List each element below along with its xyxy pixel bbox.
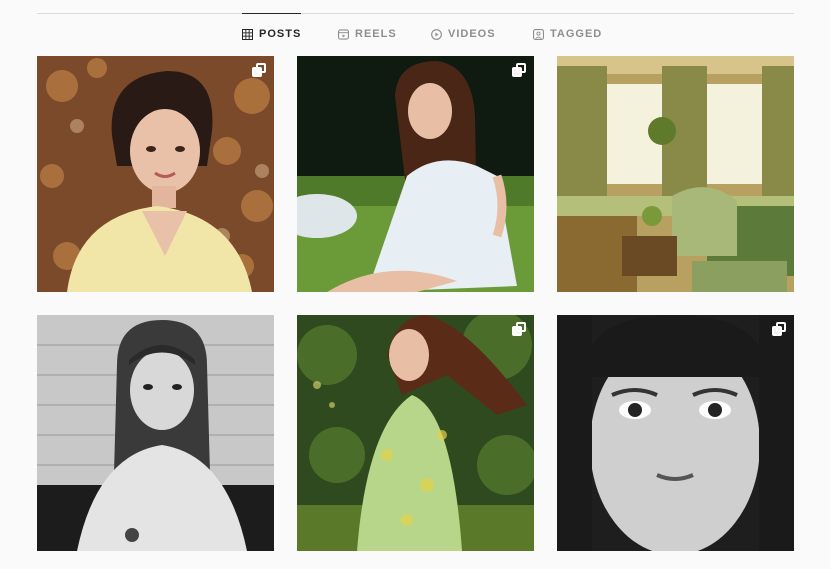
play-icon — [431, 28, 442, 40]
tab-tagged-label: TAGGED — [550, 28, 603, 40]
multiple-photos-icon — [252, 63, 266, 77]
post-photo — [557, 315, 794, 551]
post-thumbnail[interactable] — [37, 315, 274, 551]
grid-icon — [242, 28, 253, 40]
post-thumbnail[interactable] — [297, 56, 534, 292]
post-photo — [297, 315, 534, 551]
post-photo — [37, 56, 274, 292]
tag-icon — [533, 28, 544, 40]
reels-icon — [338, 28, 349, 40]
post-photo — [297, 56, 534, 292]
tab-reels[interactable]: REELS — [338, 13, 397, 55]
post-thumbnail[interactable] — [557, 56, 794, 292]
tab-posts-label: POSTS — [259, 28, 302, 40]
tab-tagged[interactable]: TAGGED — [533, 13, 602, 55]
post-thumbnail[interactable] — [297, 315, 534, 551]
post-thumbnail[interactable] — [37, 56, 274, 292]
tab-videos-label: VIDEOS — [448, 28, 496, 40]
post-thumbnail[interactable] — [557, 315, 794, 551]
profile-tabs: POSTS REELS VIDEOS TAGGED — [0, 13, 830, 55]
multiple-photos-icon — [772, 322, 786, 336]
multiple-photos-icon — [512, 63, 526, 77]
post-photo — [557, 56, 794, 292]
post-photo — [37, 315, 274, 551]
tab-posts[interactable]: POSTS — [242, 13, 302, 55]
tab-videos[interactable]: VIDEOS — [431, 13, 496, 55]
tab-reels-label: REELS — [355, 28, 397, 40]
multiple-photos-icon — [512, 322, 526, 336]
